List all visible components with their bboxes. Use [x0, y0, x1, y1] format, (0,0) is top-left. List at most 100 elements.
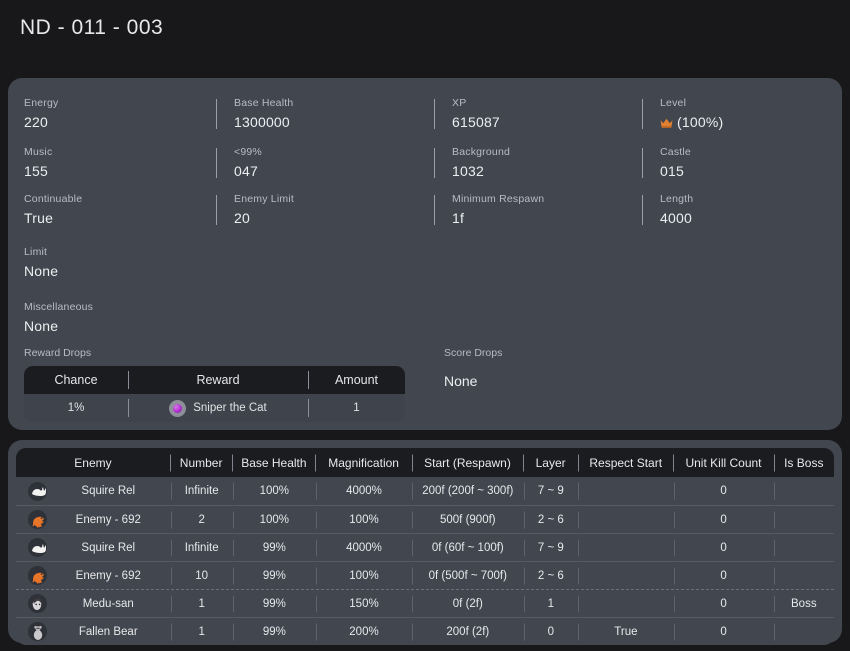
enemy-layer-cell: 7 ~ 9	[524, 477, 579, 505]
enemy-692-icon	[28, 510, 47, 529]
enemy-start-respawn-cell: 0f (2f)	[412, 590, 523, 617]
enemy-layer-cell: 2 ~ 6	[524, 506, 579, 533]
stat-value: 1f	[452, 210, 465, 226]
enemy-is-boss-cell: Boss	[774, 590, 834, 617]
enemy-respect-start-cell	[578, 477, 673, 505]
enemy-692-icon	[28, 566, 47, 585]
stat-value: 1032	[452, 163, 484, 179]
stat-label: XP	[452, 97, 467, 109]
stat-continuable: Continuable True	[24, 188, 216, 235]
reward-table-row[interactable]: 1% Sniper the Cat 1	[24, 394, 405, 422]
column-respect-start: Respect Start	[578, 448, 673, 477]
stat-value: 1300000	[234, 114, 290, 130]
stat-miscellaneous: Miscellaneous None	[24, 300, 826, 337]
reward-name-cell: Sniper the Cat	[128, 394, 308, 422]
enemy-base-health-cell: 99%	[233, 618, 316, 645]
enemy-is-boss-cell	[774, 477, 834, 505]
enemy-unit-kill-count-cell: 0	[674, 534, 774, 561]
stat-value: None	[24, 263, 59, 279]
drops-section: Reward Drops Chance Reward Amount 1% Sni…	[24, 346, 826, 422]
table-row[interactable]: Enemy - 692 2 100% 100% 500f (900f) 2 ~ 60	[16, 505, 834, 533]
page-title: ND - 011 - 003	[20, 16, 164, 39]
enemy-layer-cell: 7 ~ 9	[524, 534, 579, 561]
stat-label: <99%	[234, 146, 262, 158]
table-row[interactable]: Enemy - 692 10 99% 100% 0f (500f ~ 700f) 2 ~ …	[16, 561, 834, 589]
stat-level: Level (100%)	[642, 92, 826, 141]
reward-column-amount: Amount	[308, 366, 405, 394]
enemy-name-cell: Fallen Bear	[16, 618, 171, 645]
crown-icon	[660, 113, 673, 135]
enemy-table-body: Squire Rel Infinite 100% 4000% 200f (200f ~ …	[16, 477, 834, 645]
stat-value: None	[24, 318, 59, 334]
reward-orb-icon	[169, 399, 187, 417]
table-row[interactable]: Squire Rel Infinite 100% 4000% 200f (200f ~ …	[16, 477, 834, 505]
reward-drops-label: Reward Drops	[24, 347, 92, 359]
enemy-number-cell: 2	[171, 506, 233, 533]
stat-label: Enemy Limit	[234, 193, 294, 205]
stat-label: Miscellaneous	[24, 301, 94, 313]
reward-column-chance: Chance	[54, 373, 98, 387]
enemy-base-health-cell: 100%	[233, 477, 316, 505]
enemy-respect-start-cell	[578, 506, 673, 533]
stat-base-health: Base Health 1300000	[216, 92, 434, 141]
reward-name-label: Sniper the Cat	[193, 402, 267, 414]
enemy-name-cell: Enemy - 692	[16, 562, 171, 589]
reward-chance-cell: 1%	[67, 402, 85, 414]
enemy-layer-cell: 1	[524, 590, 579, 617]
table-row[interactable]: Squire Rel Infinite 99% 4000% 0f (60f ~ 100f…	[16, 533, 834, 561]
enemy-is-boss-cell	[774, 506, 834, 533]
stat-label: Level	[660, 97, 687, 109]
stat-value: 155	[24, 163, 48, 179]
enemy-magnification-cell: 4000%	[316, 534, 412, 561]
column-enemy: Enemy	[74, 455, 112, 470]
enemy-name-label: Enemy - 692	[75, 513, 141, 526]
enemy-unit-kill-count-cell: 0	[674, 506, 774, 533]
reward-column-reward: Reward	[128, 366, 308, 394]
enemy-unit-kill-count-cell: 0	[674, 590, 774, 617]
enemy-magnification-cell: 100%	[316, 562, 412, 589]
enemy-name-label: Fallen Bear	[78, 625, 138, 638]
enemy-table-header: Enemy Number Base Health Magnification S…	[16, 448, 834, 477]
score-drops-section: Score Drops None	[444, 346, 826, 422]
enemy-start-respawn-cell: 200f (2f)	[412, 618, 523, 645]
column-base-health: Base Health	[232, 448, 315, 477]
enemy-is-boss-cell	[774, 562, 834, 589]
enemy-base-health-cell: 99%	[233, 562, 316, 589]
column-unit-kill-count: Unit Kill Count	[673, 448, 773, 477]
reward-table-header: Chance Reward Amount	[24, 366, 405, 394]
score-drops-label: Score Drops	[444, 347, 503, 359]
enemy-name-cell: Squire Rel	[16, 534, 171, 561]
stat-label: Minimum Respawn	[452, 193, 545, 205]
medu-san-icon	[28, 594, 47, 613]
squire-rel-icon	[28, 538, 47, 557]
stat-label: Music	[24, 146, 53, 158]
stat-castle: Castle 015	[642, 141, 826, 188]
stat-limit: Limit None	[24, 245, 826, 282]
enemy-layer-cell: 2 ~ 6	[524, 562, 579, 589]
enemy-is-boss-cell	[774, 534, 834, 561]
enemy-magnification-cell: 200%	[316, 618, 412, 645]
reward-drops-table: Chance Reward Amount 1% Sniper the Cat 1	[24, 366, 405, 422]
stat-label: Base Health	[234, 97, 294, 109]
enemy-respect-start-cell: True	[578, 618, 673, 645]
stat-length: Length 4000	[642, 188, 826, 235]
reward-drops-section: Reward Drops Chance Reward Amount 1% Sni…	[24, 346, 428, 422]
stat-value: True	[24, 210, 54, 226]
enemy-magnification-cell: 100%	[316, 506, 412, 533]
table-row[interactable]: Medu-san 1 99% 150% 0f (2f) 1 0 Boss	[16, 589, 834, 617]
column-number: Number	[170, 448, 232, 477]
stat-label: Castle	[660, 146, 691, 158]
stat-value: 220	[24, 114, 48, 130]
enemy-table-card: Enemy Number Base Health Magnification S…	[8, 440, 842, 645]
enemy-table: Enemy Number Base Health Magnification S…	[16, 448, 834, 645]
stat-value: 4000	[660, 210, 692, 226]
stat-health-threshold: <99% 047	[216, 141, 434, 188]
enemy-base-health-cell: 99%	[233, 590, 316, 617]
stat-value: 20	[234, 210, 250, 226]
enemy-name-label: Enemy - 692	[75, 569, 141, 582]
reward-amount-cell: 1	[308, 394, 405, 422]
enemy-magnification-cell: 4000%	[316, 477, 412, 505]
enemy-name-label: Squire Rel	[81, 485, 136, 497]
table-row[interactable]: Fallen Bear 1 99% 200% 200f (2f) 0 True 0	[16, 617, 834, 645]
enemy-name-cell: Medu-san	[16, 590, 171, 617]
